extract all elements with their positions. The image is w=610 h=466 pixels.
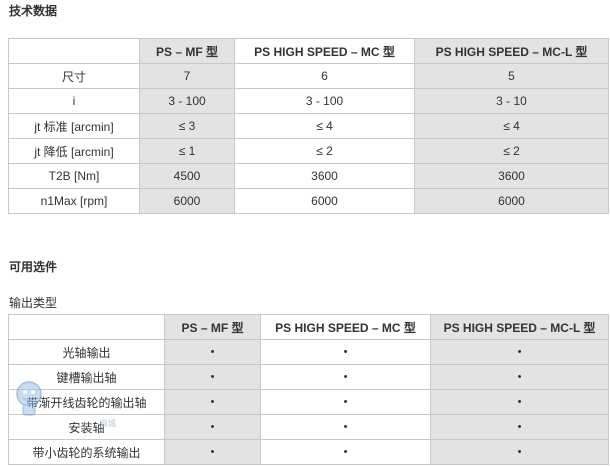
availability-dot: • [164, 364, 261, 390]
table-cell: ≤ 4 [414, 113, 609, 139]
row-label: 带小齿轮的系统输出 [8, 439, 165, 465]
table-cell: 6000 [139, 188, 235, 214]
output-type-subtitle: 输出类型 [9, 296, 58, 310]
header-cell: PS HIGH SPEED – MC 型 [260, 314, 431, 340]
table-row: jt 标准 [arcmin] ≤ 3 ≤ 4 ≤ 4 [8, 113, 609, 139]
options-table: PS – MF 型 PS HIGH SPEED – MC 型 PS HIGH S… [8, 314, 609, 465]
table-cell: 6 [234, 63, 415, 89]
row-label: jt 降低 [arcmin] [8, 138, 140, 164]
table-cell: ≤ 4 [234, 113, 415, 139]
row-label: jt 标准 [arcmin] [8, 113, 140, 139]
tech-data-table: PS – MF 型 PS HIGH SPEED – MC 型 PS HIGH S… [8, 38, 609, 214]
availability-dot: • [164, 414, 261, 440]
availability-dot: • [430, 414, 609, 440]
availability-dot: • [260, 439, 431, 465]
table-cell: 3 - 10 [414, 88, 609, 114]
table-row: n1Max [rpm] 6000 6000 6000 [8, 188, 609, 214]
header-cell: PS HIGH SPEED – MC-L 型 [414, 38, 609, 64]
table-cell: ≤ 1 [139, 138, 235, 164]
table-row: 键槽输出轴 • • • [8, 364, 609, 390]
table-cell: ≤ 2 [414, 138, 609, 164]
table-header-row: PS – MF 型 PS HIGH SPEED – MC 型 PS HIGH S… [8, 38, 609, 64]
table-cell: ≤ 3 [139, 113, 235, 139]
table-header-row: PS – MF 型 PS HIGH SPEED – MC 型 PS HIGH S… [8, 314, 609, 340]
options-title: 可用选件 [9, 260, 58, 274]
table-cell: 4500 [139, 163, 235, 189]
row-label: 带渐开线齿轮的输出轴 [8, 389, 165, 415]
availability-dot: • [260, 389, 431, 415]
availability-dot: • [260, 414, 431, 440]
table-cell: 3600 [414, 163, 609, 189]
table-cell: 6000 [414, 188, 609, 214]
table-row: 带渐开线齿轮的输出轴 • • • [8, 389, 609, 415]
header-cell: PS – MF 型 [139, 38, 235, 64]
table-row: 安装轴 • • • [8, 414, 609, 440]
table-cell: 7 [139, 63, 235, 89]
availability-dot: • [164, 439, 261, 465]
row-label: 键槽输出轴 [8, 364, 165, 390]
row-label: i [8, 88, 140, 114]
availability-dot: • [164, 339, 261, 365]
table-cell: 3 - 100 [234, 88, 415, 114]
table-row: 带小齿轮的系统输出 • • • [8, 439, 609, 465]
header-cell [8, 314, 165, 340]
availability-dot: • [430, 389, 609, 415]
table-cell: ≤ 2 [234, 138, 415, 164]
table-row: 尺寸 7 6 5 [8, 63, 609, 89]
header-cell: PS HIGH SPEED – MC-L 型 [430, 314, 609, 340]
row-label: 尺寸 [8, 63, 140, 89]
tech-data-title: 技术数据 [9, 4, 58, 18]
table-row: T2B [Nm] 4500 3600 3600 [8, 163, 609, 189]
availability-dot: • [430, 339, 609, 365]
availability-dot: • [260, 339, 431, 365]
table-cell: 6000 [234, 188, 415, 214]
availability-dot: • [430, 439, 609, 465]
table-cell: 3600 [234, 163, 415, 189]
table-row: 光轴输出 • • • [8, 339, 609, 365]
row-label: n1Max [rpm] [8, 188, 140, 214]
row-label: T2B [Nm] [8, 163, 140, 189]
header-cell: PS – MF 型 [164, 314, 261, 340]
table-cell: 5 [414, 63, 609, 89]
availability-dot: • [164, 389, 261, 415]
header-cell: PS HIGH SPEED – MC 型 [234, 38, 415, 64]
availability-dot: • [260, 364, 431, 390]
row-label: 光轴输出 [8, 339, 165, 365]
availability-dot: • [430, 364, 609, 390]
header-cell [8, 38, 140, 64]
table-cell: 3 - 100 [139, 88, 235, 114]
row-label: 安装轴 [8, 414, 165, 440]
table-row: i 3 - 100 3 - 100 3 - 10 [8, 88, 609, 114]
table-row: jt 降低 [arcmin] ≤ 1 ≤ 2 ≤ 2 [8, 138, 609, 164]
